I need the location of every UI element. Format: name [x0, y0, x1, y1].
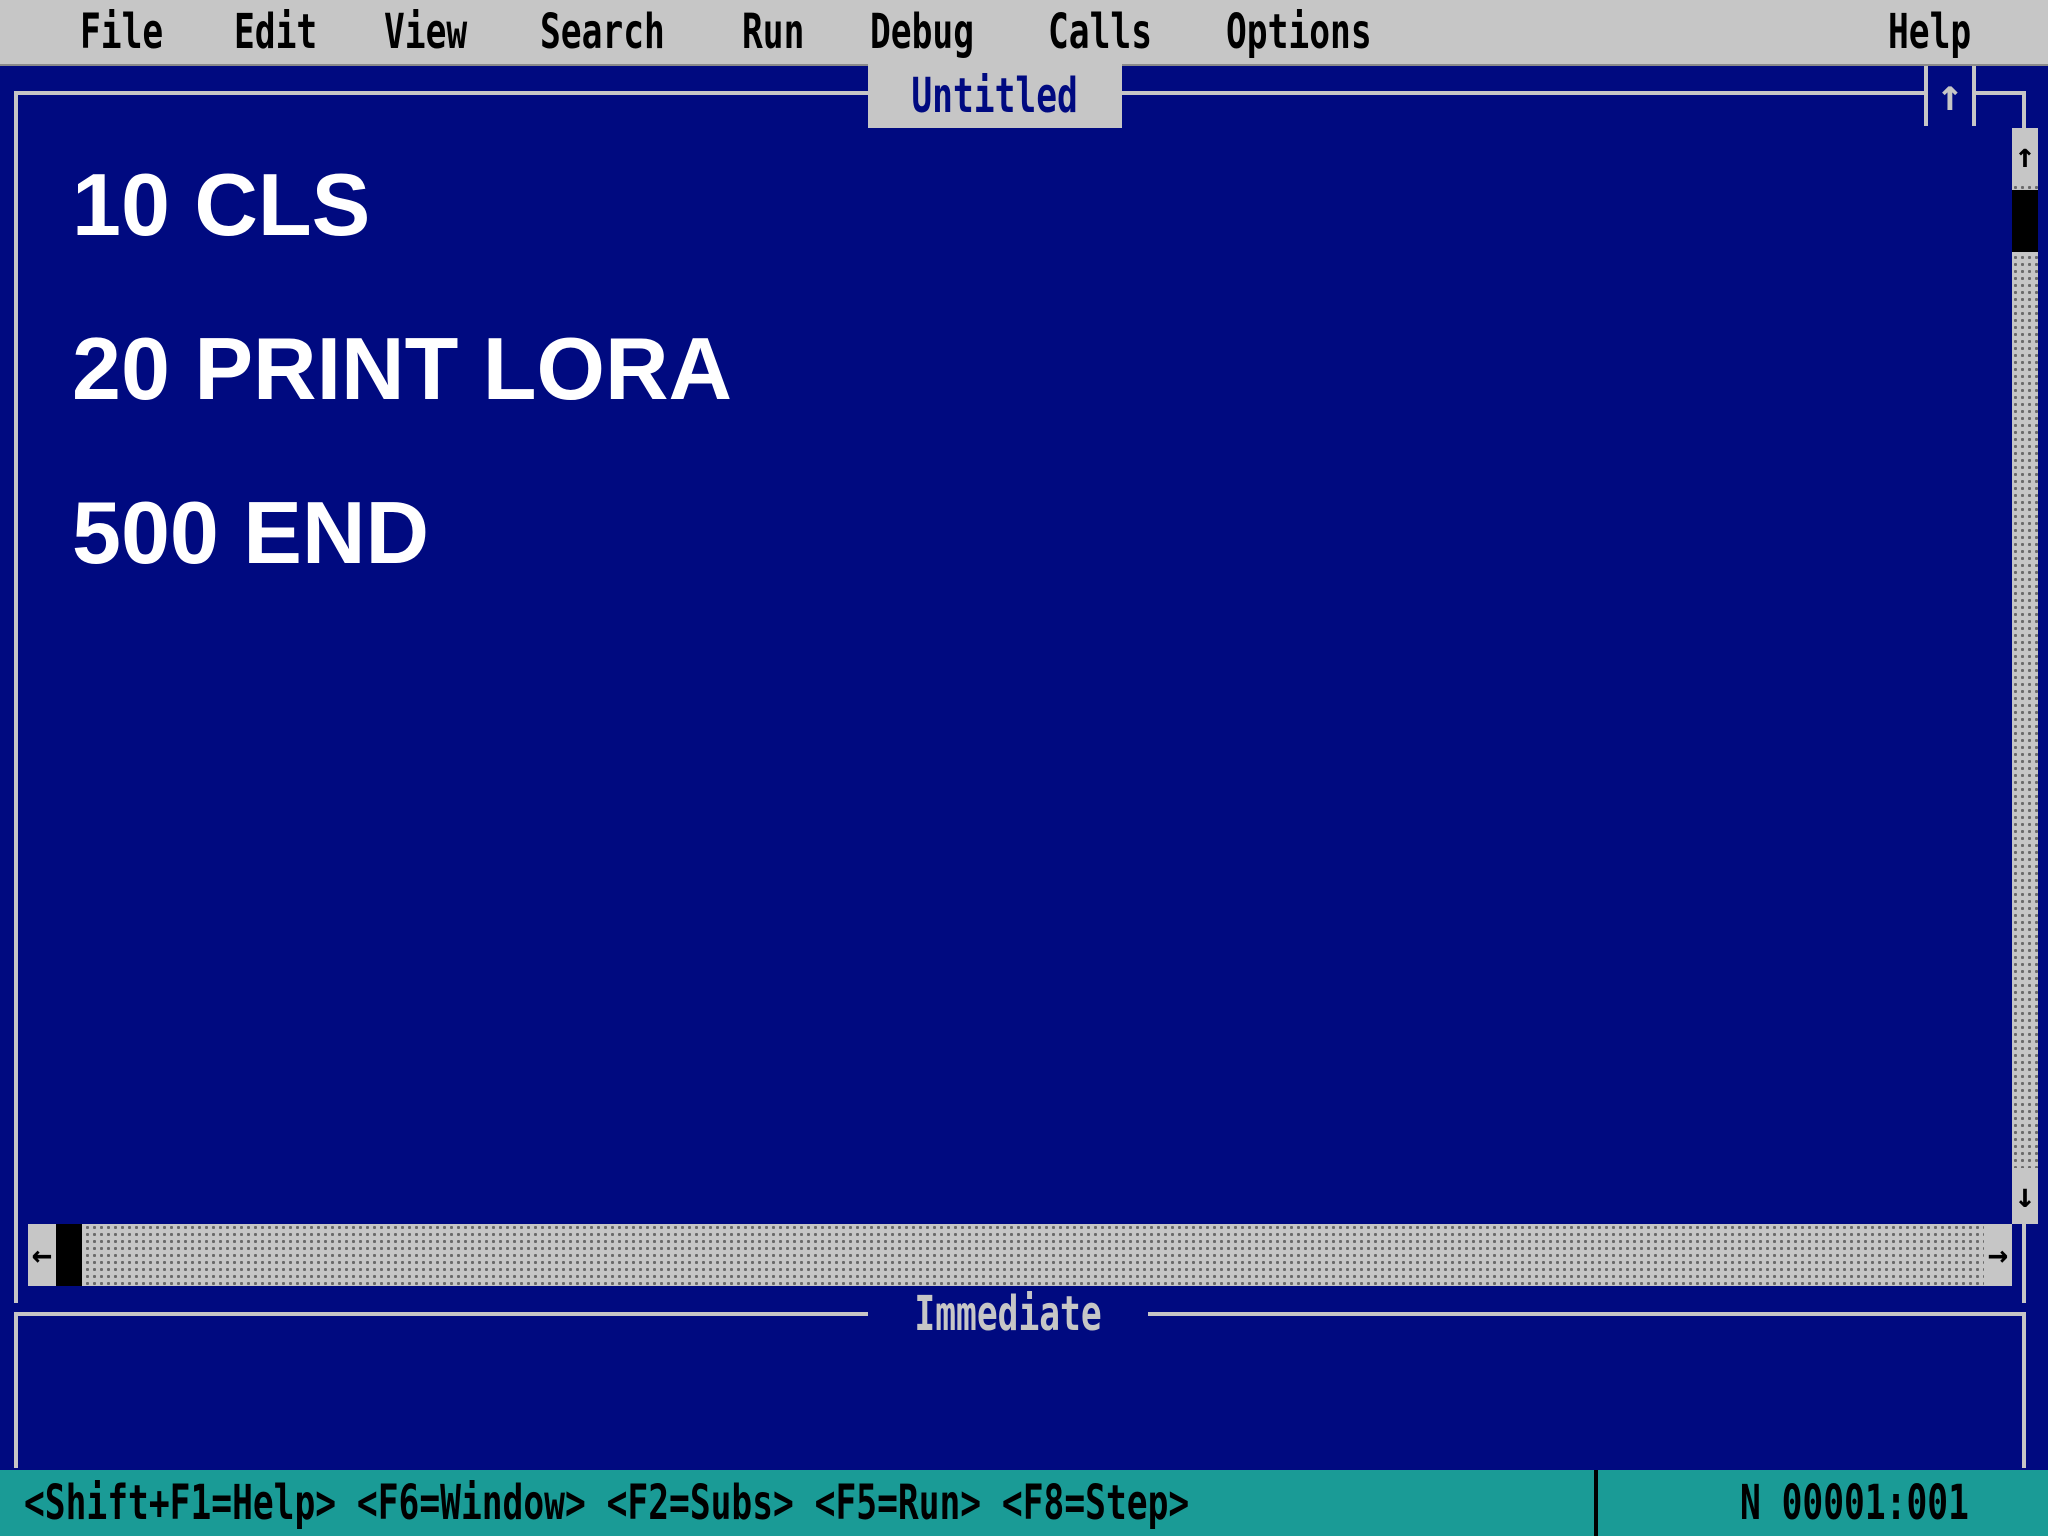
immediate-input-area[interactable] — [22, 1318, 2014, 1466]
horizontal-scroll-thumb[interactable] — [56, 1224, 82, 1286]
status-divider — [1594, 1470, 1598, 1536]
menu-debug[interactable]: Debug — [870, 4, 974, 60]
editor-top-border-left — [14, 91, 868, 95]
menu-edit[interactable]: Edit — [234, 4, 317, 60]
scroll-down-arrow-icon[interactable]: ↓ — [2012, 1168, 2038, 1224]
editor-top-border-right — [1976, 91, 2022, 95]
vertical-scroll-thumb[interactable] — [2012, 190, 2038, 252]
menu-bar: File Edit View Search Run Debug Calls Op… — [0, 0, 2048, 66]
code-line[interactable]: 10 CLS — [72, 150, 370, 260]
qbasic-screen: File Edit View Search Run Debug Calls Op… — [0, 0, 2048, 1536]
menu-options[interactable]: Options — [1226, 4, 1372, 60]
editor-title[interactable]: Untitled — [868, 64, 1122, 128]
vertical-scrollbar[interactable]: ↑ ↓ — [2012, 128, 2038, 1224]
editor-top-border-middle — [1122, 91, 1924, 95]
scroll-up-arrow-icon[interactable]: ↑ — [2012, 128, 2038, 184]
menu-file[interactable]: File — [80, 4, 163, 60]
editor-title-text: Untitled — [911, 68, 1079, 124]
menu-search[interactable]: Search — [540, 4, 665, 60]
code-line[interactable]: 500 END — [72, 478, 429, 588]
scroll-right-arrow-icon[interactable]: → — [1984, 1224, 2012, 1286]
immediate-top-border-right — [1148, 1312, 2022, 1316]
menu-view[interactable]: View — [384, 4, 467, 60]
menu-run[interactable]: Run — [742, 4, 804, 60]
menu-help[interactable]: Help — [1888, 4, 1971, 60]
code-line[interactable]: 20 PRINT LORA — [72, 314, 732, 424]
scroll-left-arrow-icon[interactable]: ← — [28, 1224, 56, 1286]
code-editor[interactable]: 10 CLS 20 PRINT LORA 500 END — [72, 150, 1972, 1210]
menu-calls[interactable]: Calls — [1048, 4, 1152, 60]
horizontal-scrollbar[interactable]: ← → — [28, 1224, 2012, 1286]
status-bar: <Shift+F1=Help> <F6=Window> <F2=Subs> <F… — [0, 1470, 2048, 1536]
maximize-button[interactable]: ↑ — [1924, 66, 1976, 126]
status-key-hints: <Shift+F1=Help> <F6=Window> <F2=Subs> <F… — [24, 1475, 1190, 1531]
immediate-top-border-left — [14, 1312, 868, 1316]
cursor-position: N 00001:001 — [1740, 1475, 1969, 1531]
maximize-arrow-icon: ↑ — [1936, 70, 1964, 121]
